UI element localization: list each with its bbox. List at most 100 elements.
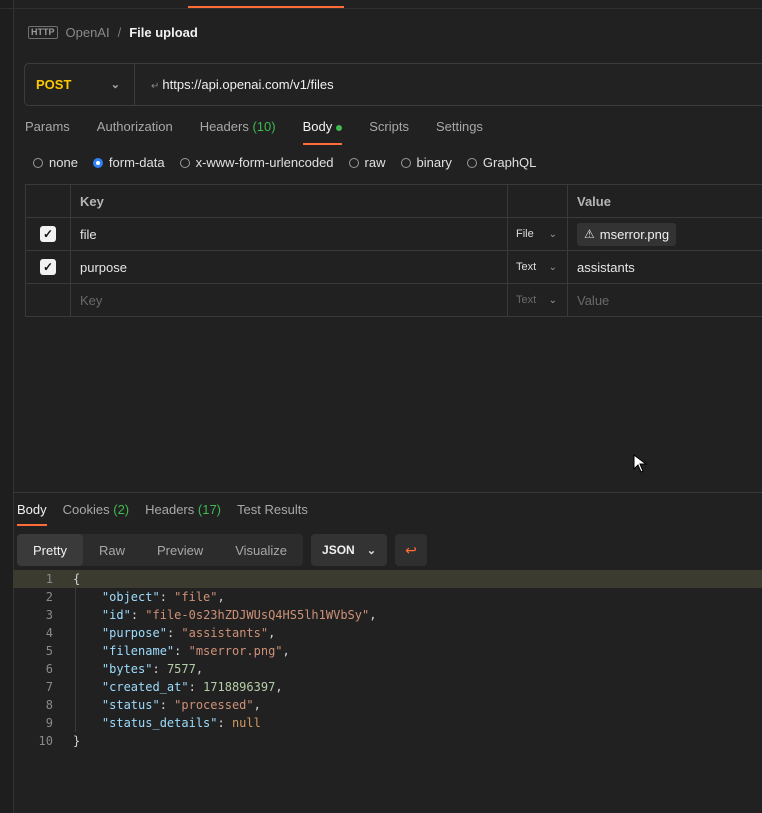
tab-label: Headers [145, 502, 195, 517]
radio-button [33, 157, 43, 168]
format-select[interactable]: JSON ⌄ [311, 534, 388, 566]
code-text: "id": "file-0s23hZDJWUsQ4HS5lh1WVbSy", [101, 608, 377, 622]
view-pretty[interactable]: Pretty [17, 534, 83, 566]
return-icon: ↵ [151, 81, 160, 92]
tab-label: Params [25, 119, 70, 134]
key-cell[interactable]: purpose [71, 251, 508, 283]
warning-icon: ⚠ [584, 227, 595, 241]
code-line: 5 "filename": "mserror.png", [13, 642, 762, 660]
value-cell[interactable]: assistants [568, 251, 762, 283]
chevron-down-icon: ⌄ [548, 294, 557, 306]
code-text: "created_at": 1718896397, [101, 680, 283, 694]
radio-button [400, 157, 411, 168]
body-mode-options: none form-data x-www-form-urlencoded raw… [33, 155, 551, 170]
view-mode-toggle: Pretty Raw Preview Visualize [17, 534, 304, 566]
value-cell: ⚠ mserror.png [568, 218, 762, 250]
row-check-cell [26, 284, 71, 316]
radio-raw[interactable]: raw [348, 155, 386, 170]
code-text: "purpose": "assistants", [101, 626, 276, 640]
key-cell[interactable]: file [71, 218, 508, 250]
chevron-down-icon: ⌄ [548, 261, 557, 273]
radio-label: x-www-form-urlencoded [195, 155, 334, 170]
response-tabs: Body Cookies (2) Headers (17) Test Resul… [17, 502, 324, 526]
column-header-key: Key [71, 185, 508, 217]
code-text: { [73, 572, 81, 586]
code-text: "status_details": null [101, 716, 261, 730]
response-tab-body[interactable]: Body [17, 502, 47, 526]
view-visualize[interactable]: Visualize [219, 534, 303, 566]
response-tab-headers[interactable]: Headers (17) [145, 502, 221, 525]
line-number: 5 [45, 644, 53, 658]
line-number: 8 [45, 698, 53, 712]
row-checkbox[interactable]: ✓ [40, 226, 56, 242]
code-line: 2 "object": "file", [13, 588, 762, 606]
radio-label: form-data [108, 155, 165, 170]
wrap-icon: ↩ [405, 541, 417, 558]
url-text: https://api.openai.com/v1/files [162, 77, 334, 92]
tab-headers[interactable]: Headers (10) [200, 119, 276, 142]
type-select[interactable]: File ⌄ [508, 218, 568, 250]
line-number: 4 [45, 626, 53, 640]
headers-count: (17) [197, 502, 222, 517]
tab-authorization[interactable]: Authorization [97, 119, 173, 142]
url-bar: POST ⌄ ↵ https://api.openai.com/v1/files [24, 63, 762, 106]
url-input[interactable]: ↵ https://api.openai.com/v1/files [135, 77, 334, 92]
table-row: ✓ file File ⌄ ⚠ mserror.png [25, 218, 762, 251]
column-header-value: Value [577, 193, 611, 209]
tab-params[interactable]: Params [25, 119, 70, 142]
radio-graphql[interactable]: GraphQL [466, 155, 537, 170]
tab-scripts[interactable]: Scripts [369, 119, 409, 142]
response-view-bar: Pretty Raw Preview Visualize JSON ⌄ ↩ [17, 534, 428, 566]
breadcrumb: HTTP OpenAI / File upload [28, 22, 198, 42]
code-text: "object": "file", [101, 590, 225, 604]
request-title[interactable]: File upload [129, 25, 198, 40]
wrap-lines-button[interactable]: ↩ [395, 534, 428, 566]
radio-label: GraphQL [482, 155, 537, 170]
radio-label: binary [416, 155, 452, 170]
radio-binary[interactable]: binary [400, 155, 452, 170]
header-type-cell [508, 185, 568, 217]
code-line: 3 "id": "file-0s23hZDJWUsQ4HS5lh1WVbSy", [13, 606, 762, 624]
breadcrumb-collection[interactable]: OpenAI [66, 25, 110, 40]
tab-strip [0, 0, 762, 9]
new-value-input[interactable]: Value [568, 284, 762, 316]
tab-label: Body [17, 502, 47, 517]
radio-form-data[interactable]: form-data [92, 155, 165, 170]
tab-label: Scripts [369, 119, 409, 134]
method-select[interactable]: POST ⌄ [25, 64, 135, 105]
view-preview[interactable]: Preview [141, 534, 219, 566]
type-select[interactable]: Text ⌄ [508, 284, 568, 316]
row-checkbox[interactable]: ✓ [40, 259, 56, 275]
line-number: 9 [45, 716, 53, 730]
tab-label: Test Results [237, 502, 308, 517]
type-label: Text [516, 261, 537, 273]
radio-none[interactable]: none [33, 155, 78, 170]
form-data-table: Key Value ✓ file File ⌄ ⚠ mserror.png ✓ pu… [25, 184, 762, 317]
line-number: 10 [38, 734, 53, 748]
tab-label: Cookies [62, 502, 110, 517]
code-text: "filename": "mserror.png", [101, 644, 290, 658]
radio-label: none [49, 155, 78, 170]
radio-x-www-form-urlencoded[interactable]: x-www-form-urlencoded [179, 155, 334, 170]
code-line: 4 "purpose": "assistants", [13, 624, 762, 642]
left-sidebar-rail [0, 0, 14, 813]
view-raw[interactable]: Raw [83, 534, 141, 566]
breadcrumb-separator: / [117, 24, 122, 40]
type-select[interactable]: Text ⌄ [508, 251, 568, 283]
table-row-empty: Key Text ⌄ Value [25, 284, 762, 317]
new-key-input[interactable]: Key [71, 284, 508, 316]
tab-label: Headers [199, 119, 249, 134]
file-chip[interactable]: ⚠ mserror.png [577, 222, 677, 246]
chevron-down-icon: ⌄ [548, 228, 557, 240]
response-body-code: 1{2 "object": "file", 3 "id": "file-0s23h… [13, 570, 762, 750]
tab-label: Body [302, 119, 333, 134]
code-text: "status": "processed", [101, 698, 261, 712]
code-line: 1{ [13, 570, 762, 588]
tab-body[interactable]: Body [302, 119, 343, 145]
response-tab-cookies[interactable]: Cookies (2) [63, 502, 129, 525]
type-label: File [516, 228, 534, 240]
code-text: "bytes": 7577, [101, 662, 204, 676]
method-label: POST [36, 77, 72, 92]
tab-settings[interactable]: Settings [436, 119, 483, 142]
response-tab-test-results[interactable]: Test Results [237, 502, 308, 525]
